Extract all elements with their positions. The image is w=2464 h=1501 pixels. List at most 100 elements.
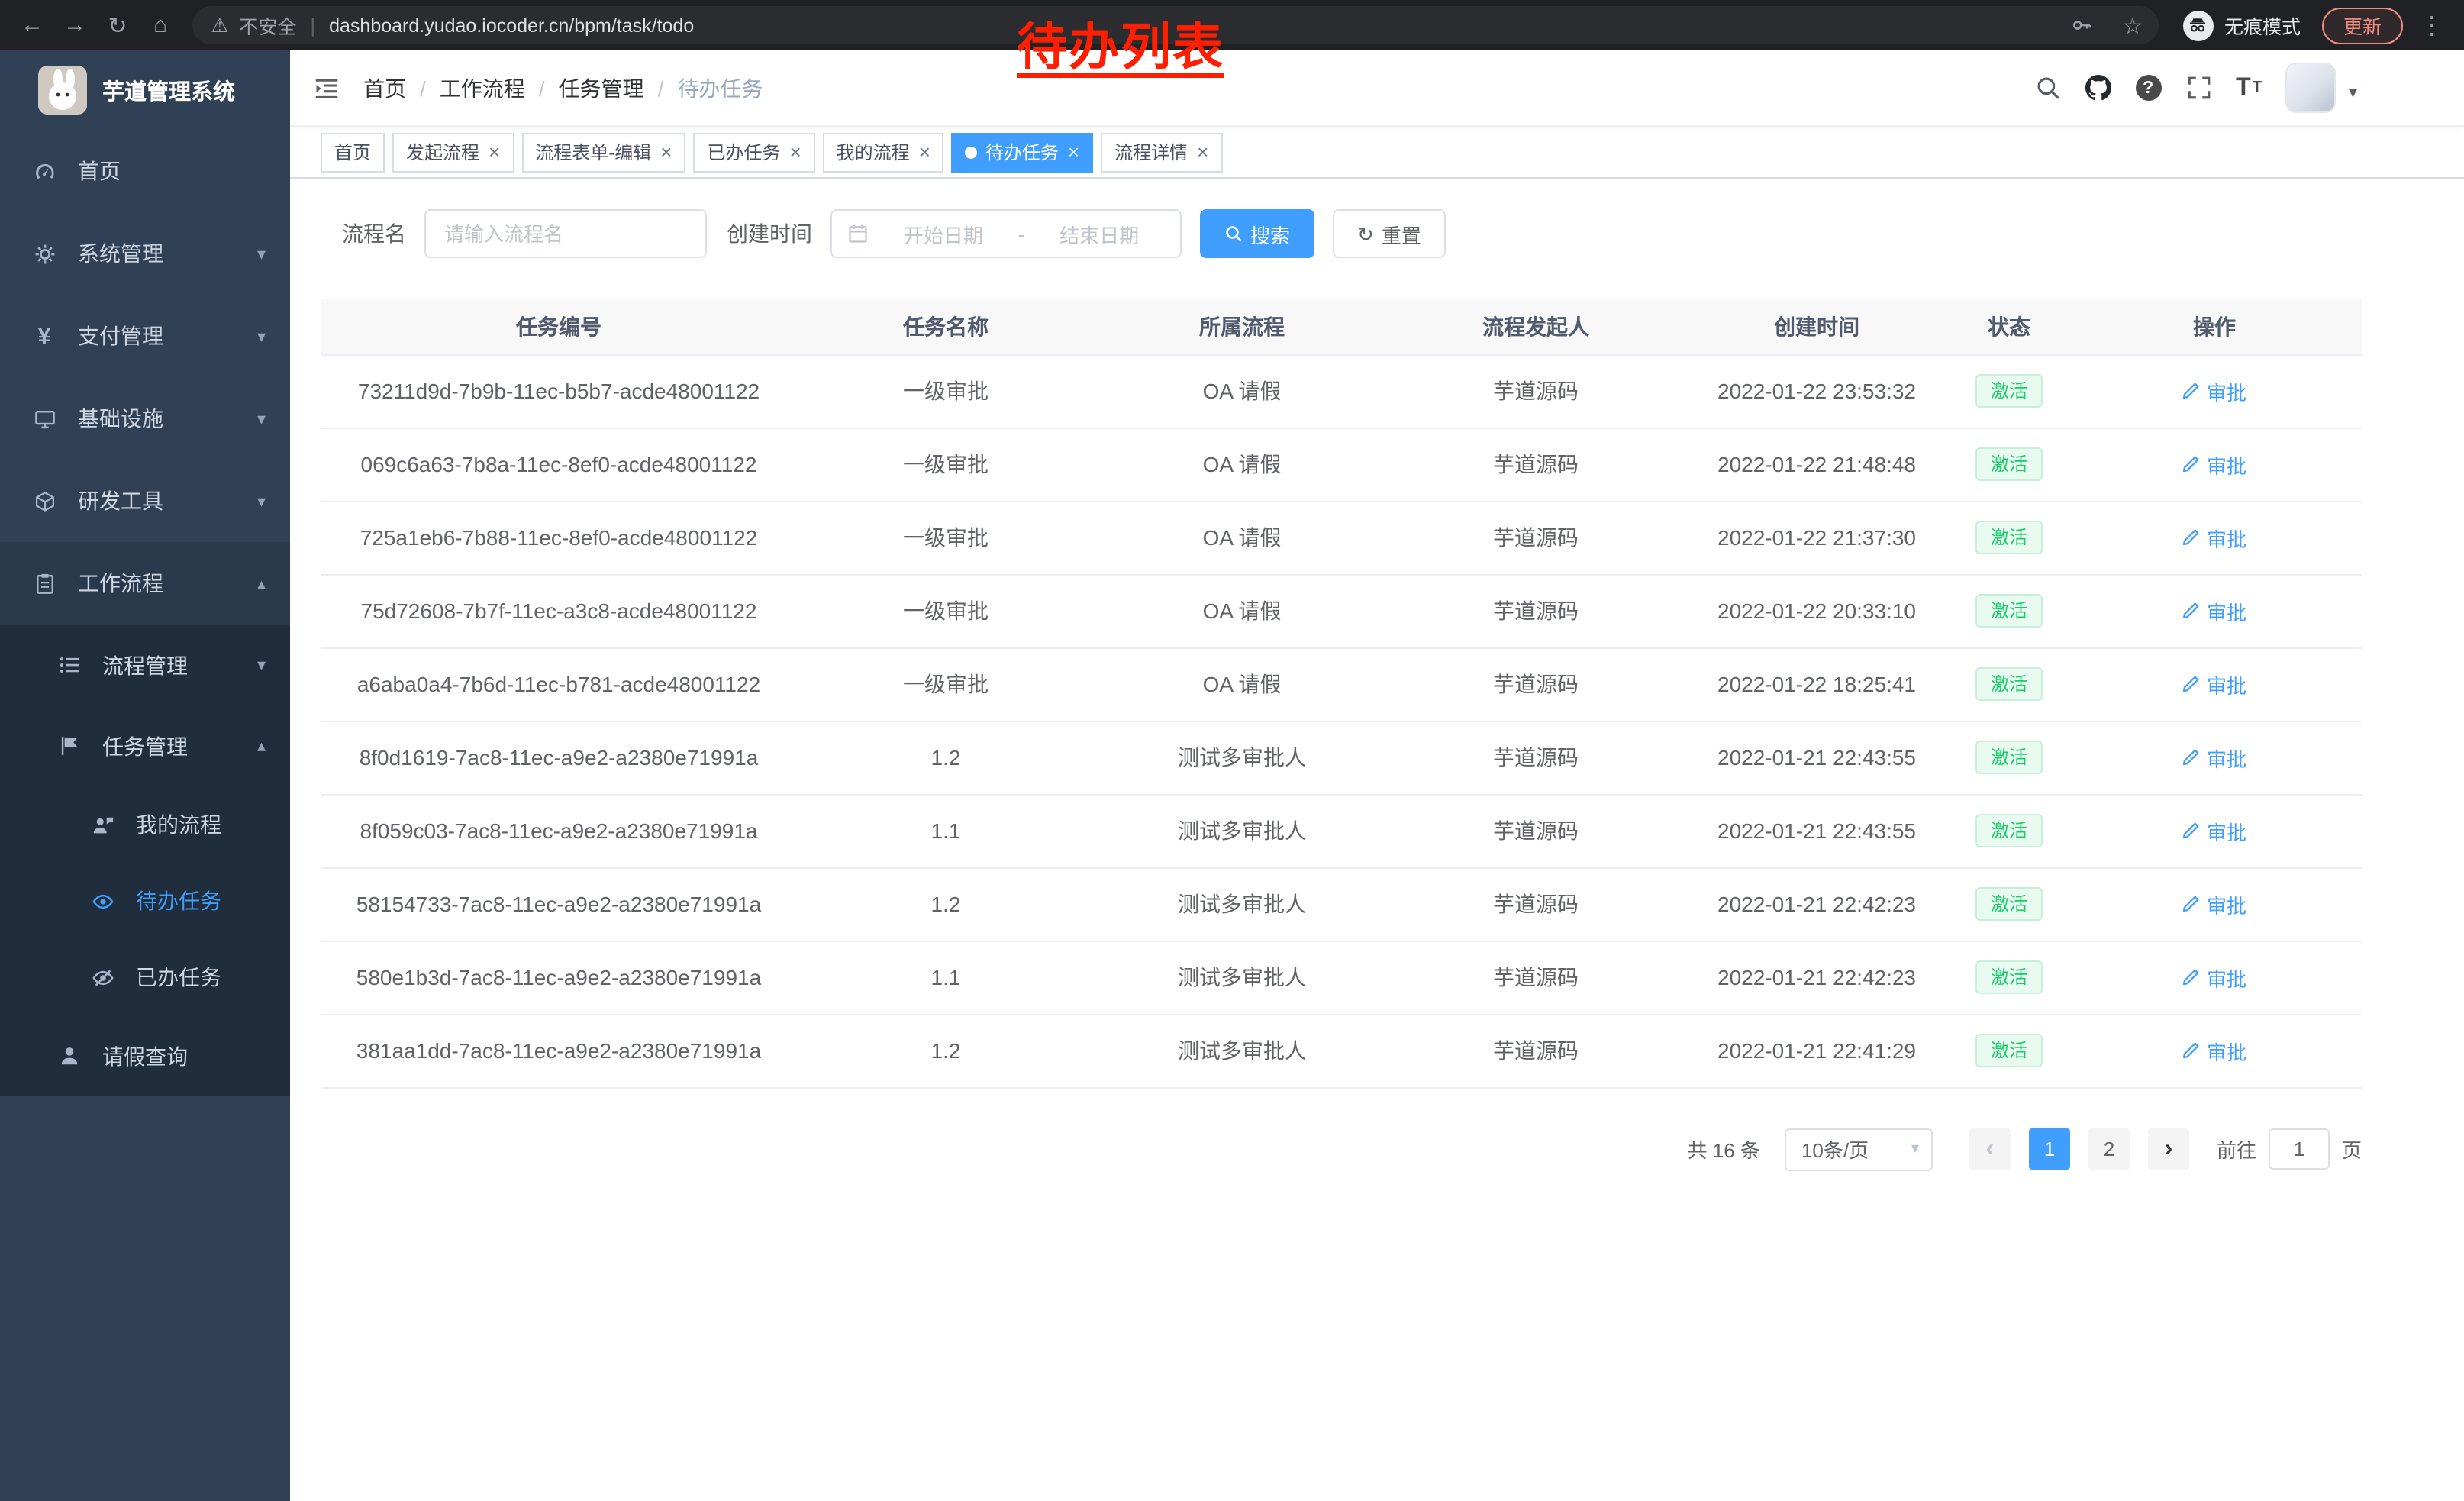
status-badge: 激活: [1975, 1034, 2043, 1067]
date-range-picker[interactable]: 开始日期 - 结束日期: [830, 209, 1182, 258]
search-icon[interactable]: [2034, 75, 2060, 101]
fullscreen-icon[interactable]: [2185, 75, 2211, 101]
app-logo: 芋道管理系统: [0, 50, 290, 130]
eye-icon: [89, 887, 116, 915]
page-button-2[interactable]: 2: [2088, 1128, 2130, 1170]
tags-view: 首页 发起流程 × 流程表单-编辑 × 已办任务 × 我的流程 ×: [290, 127, 2464, 179]
security-label[interactable]: 不安全: [239, 11, 296, 40]
tab-my-process[interactable]: 我的流程 ×: [823, 132, 944, 172]
sidebar-item-infrastructure[interactable]: 基础设施 ▾: [0, 377, 290, 460]
page-unit-label: 页: [2342, 1135, 2362, 1164]
table-row: 8f0d1619-7ac8-11ec-a9e2-a2380e71991a 1.2…: [321, 721, 2362, 794]
process-cell: OA 请假: [1095, 501, 1389, 574]
task-id-cell: 580e1b3d-7ac8-11ec-a9e2-a2380e71991a: [321, 941, 797, 1014]
approve-link[interactable]: 审批: [2182, 670, 2246, 699]
browser-menu-icon[interactable]: ⋮: [2412, 5, 2452, 45]
incognito-icon: [2183, 10, 2214, 40]
tab-close-icon[interactable]: ×: [660, 142, 672, 162]
tab-close-icon[interactable]: ×: [919, 142, 930, 162]
sidebar-item-devtools[interactable]: 研发工具 ▾: [0, 460, 290, 542]
page-size-select[interactable]: 10条/页 ▾: [1785, 1128, 1933, 1170]
process-name-input[interactable]: [424, 209, 707, 258]
sidebar-item-home[interactable]: 首页: [0, 130, 290, 212]
search-button[interactable]: 搜索: [1200, 209, 1314, 258]
pagination: 共 16 条 10条/页 ▾ ‹ 1 2 › 前往 页: [321, 1128, 2362, 1170]
status-badge: 激活: [1975, 814, 2043, 847]
process-cell: 测试多审批人: [1095, 794, 1389, 867]
goto-page-input[interactable]: [2269, 1128, 2330, 1170]
task-name-cell: 1.2: [797, 1014, 1095, 1087]
sidebar-item-label: 流程管理: [102, 650, 188, 680]
tab-home[interactable]: 首页: [321, 132, 385, 172]
approve-link[interactable]: 审批: [2182, 450, 2246, 479]
reset-button[interactable]: ↻ 重置: [1333, 209, 1446, 258]
chevron-up-icon: ▴: [257, 573, 266, 593]
app: 芋道管理系统 首页 系统管理 ▾ ¥ 支付管理 ▾: [0, 50, 2464, 1501]
column-created: 创建时间: [1682, 299, 1951, 354]
sidebar-item-done-tasks[interactable]: 已办任务: [0, 939, 290, 1015]
table-row: 58154733-7ac8-11ec-a9e2-a2380e71991a 1.2…: [321, 867, 2362, 941]
tab-process-detail[interactable]: 流程详情 ×: [1101, 132, 1222, 172]
forward-icon[interactable]: →: [55, 5, 95, 45]
user-avatar[interactable]: [2286, 63, 2337, 113]
tab-close-icon[interactable]: ×: [489, 142, 500, 162]
reload-icon[interactable]: ↻: [98, 5, 137, 45]
approve-link[interactable]: 审批: [2182, 376, 2246, 405]
page-button-1[interactable]: 1: [2029, 1128, 2070, 1170]
text-size-icon[interactable]: TT: [2236, 74, 2262, 102]
approve-label: 审批: [2207, 523, 2246, 552]
hamburger-icon[interactable]: [290, 74, 363, 102]
tab-close-icon[interactable]: ×: [1197, 142, 1208, 162]
text-size-small: T: [2253, 79, 2262, 96]
process-cell: OA 请假: [1095, 647, 1389, 721]
sidebar-item-workflow[interactable]: 工作流程 ▴: [0, 542, 290, 625]
chevron-down-icon: ▾: [257, 491, 266, 511]
tab-close-icon[interactable]: ×: [789, 142, 801, 162]
next-page-button[interactable]: ›: [2148, 1128, 2189, 1170]
key-icon[interactable]: [2062, 5, 2102, 45]
update-button[interactable]: 更新: [2322, 7, 2403, 44]
sidebar-item-task-management[interactable]: 任务管理 ▴: [0, 705, 290, 786]
tab-start-process[interactable]: 发起流程 ×: [392, 132, 514, 172]
approve-link[interactable]: 审批: [2182, 1036, 2246, 1065]
created-cell: 2022-01-22 23:53:32: [1682, 354, 1951, 428]
tab-done-tasks[interactable]: 已办任务 ×: [693, 132, 814, 172]
start-date-input[interactable]: 开始日期: [878, 219, 1009, 248]
screen: ← → ↻ ⌂ ⚠ 不安全 | dashboard.yudao.iocoder.…: [0, 0, 2464, 1501]
github-icon[interactable]: [2085, 75, 2111, 101]
sidebar-item-todo-tasks[interactable]: 待办任务: [0, 863, 290, 939]
back-icon[interactable]: ←: [12, 5, 52, 45]
tab-process-form-edit[interactable]: 流程表单-编辑 ×: [521, 132, 685, 172]
star-icon[interactable]: ☆: [2113, 5, 2153, 45]
sidebar-item-my-process[interactable]: 我的流程: [0, 786, 290, 863]
process-cell: OA 请假: [1095, 354, 1389, 428]
tab-label: 我的流程: [837, 139, 910, 165]
breadcrumb-home[interactable]: 首页: [363, 73, 406, 103]
end-date-input[interactable]: 结束日期: [1034, 219, 1165, 248]
sidebar-item-system[interactable]: 系统管理 ▾: [0, 212, 290, 295]
approve-link[interactable]: 审批: [2182, 523, 2246, 552]
content: 流程名 创建时间 开始日期 - 结束日期 搜索 ↻: [290, 179, 2464, 1501]
breadcrumb-task-management[interactable]: 任务管理: [559, 73, 644, 103]
approve-link[interactable]: 审批: [2182, 889, 2246, 918]
approve-link[interactable]: 审批: [2182, 816, 2246, 845]
table-row: 381aa1dd-7ac8-11ec-a9e2-a2380e71991a 1.2…: [321, 1014, 2362, 1087]
sidebar-item-payment[interactable]: ¥ 支付管理 ▾: [0, 295, 290, 377]
help-icon[interactable]: ?: [2135, 75, 2161, 101]
status-badge: 激活: [1975, 447, 2043, 481]
approve-link[interactable]: 审批: [2182, 743, 2246, 772]
annotation-text: 待办列表: [1017, 6, 1224, 79]
sidebar-item-label: 支付管理: [78, 321, 163, 351]
home-icon[interactable]: ⌂: [140, 5, 180, 45]
breadcrumb-workflow[interactable]: 工作流程: [440, 73, 525, 103]
prev-page-button[interactable]: ‹: [1969, 1128, 2011, 1170]
status-badge: 激活: [1975, 374, 2043, 408]
approve-link[interactable]: 审批: [2182, 963, 2246, 992]
created-cell: 2022-01-21 22:43:55: [1682, 794, 1951, 867]
tab-close-icon[interactable]: ×: [1068, 142, 1079, 162]
tab-todo-tasks[interactable]: 待办任务 ×: [952, 132, 1093, 172]
sidebar-item-leave-query[interactable]: 请假查询: [0, 1015, 290, 1096]
approve-link[interactable]: 审批: [2182, 596, 2246, 625]
sidebar-item-process-management[interactable]: 流程管理 ▾: [0, 625, 290, 705]
select-caret-icon: ▾: [1911, 1141, 1919, 1157]
